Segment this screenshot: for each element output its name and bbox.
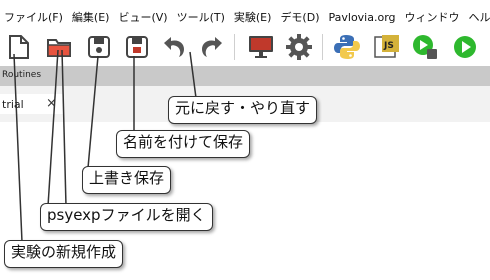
toolbar-separator (234, 34, 235, 60)
undo-icon (164, 37, 184, 57)
run-python-button[interactable] (410, 32, 440, 62)
redo-icon (202, 37, 222, 57)
menu-experiment[interactable]: 実験(E) (234, 9, 272, 25)
routines-label: Routines (2, 70, 42, 80)
save-icon (88, 36, 110, 58)
toolbar-separator (322, 34, 323, 60)
callout-undo-redo: 元に戻す・やり直す (168, 96, 318, 124)
undo-button[interactable] (160, 32, 190, 62)
tab-trial[interactable]: trial × (0, 94, 64, 114)
redo-button[interactable] (196, 32, 226, 62)
coder-button[interactable] (332, 32, 362, 62)
monitor-center-button[interactable] (246, 32, 276, 62)
run-python-icon (413, 35, 437, 59)
menu-view[interactable]: ビュー(V) (118, 9, 167, 25)
callout-open: psyexpファイルを開く (40, 203, 213, 231)
menu-tools[interactable]: ツール(T) (177, 9, 225, 25)
callout-save: 上書き保存 (82, 166, 172, 194)
svg-text:JS: JS (383, 41, 394, 51)
close-icon[interactable]: × (46, 96, 57, 111)
menu-pavlovia[interactable]: Pavlovia.org (329, 11, 396, 24)
js-icon: JS (374, 35, 399, 58)
run-button[interactable] (450, 32, 480, 62)
python-icon (334, 35, 360, 59)
monitor-icon (249, 36, 273, 58)
menu-help[interactable]: ヘルプ (469, 9, 490, 25)
new-file-icon (9, 35, 29, 59)
gear-icon (286, 34, 312, 60)
new-experiment-button[interactable] (4, 32, 34, 62)
tab-trial-label: trial (2, 98, 24, 111)
menu-edit[interactable]: 編集(E) (72, 9, 110, 25)
save-as-button[interactable] (122, 32, 152, 62)
callout-new: 実験の新規作成 (4, 240, 124, 268)
menu-file[interactable]: ファイル(F) (4, 9, 63, 25)
toolbar: JS (0, 28, 490, 66)
preferences-button[interactable] (284, 32, 314, 62)
menu-demos[interactable]: デモ(D) (280, 9, 319, 25)
run-icon (454, 36, 476, 58)
menu-window[interactable]: ウィンドウ (405, 9, 460, 25)
open-experiment-button[interactable] (44, 32, 74, 62)
open-folder-icon (47, 39, 71, 57)
routines-panel-header: Routines (0, 66, 490, 86)
save-button[interactable] (84, 32, 114, 62)
callout-save-as: 名前を付けて保存 (116, 130, 251, 158)
menu-bar: ファイル(F) 編集(E) ビュー(V) ツール(T) 実験(E) デモ(D) … (0, 6, 490, 28)
save-as-icon (126, 36, 148, 58)
compile-js-button[interactable]: JS (372, 32, 402, 62)
